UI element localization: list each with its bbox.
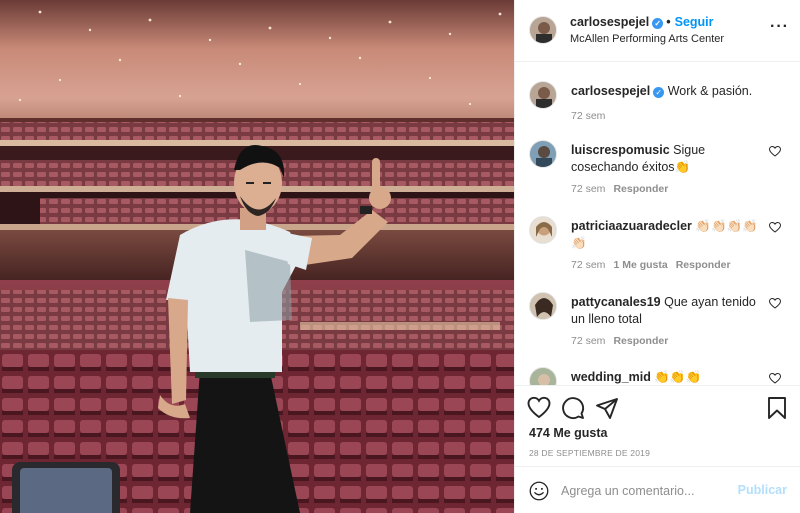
commenter-avatar[interactable] bbox=[529, 140, 557, 168]
comment-time[interactable]: 72 sem bbox=[571, 335, 605, 347]
comment-likes-count[interactable]: 1 Me gusta bbox=[613, 259, 667, 271]
caption-meta: 72 sem bbox=[571, 110, 605, 122]
post-photo[interactable] bbox=[0, 0, 514, 513]
more-options-icon[interactable]: ··· bbox=[770, 19, 789, 35]
post-actions: 474 Me gusta 28 DE SEPTIEMBRE DE 2019 Pu… bbox=[515, 385, 800, 513]
verified-badge-icon: ✓ bbox=[652, 18, 664, 29]
heart-icon[interactable] bbox=[527, 396, 551, 420]
caption-author-avatar[interactable] bbox=[529, 81, 557, 109]
author-line: carlosespejel ✓ • Seguir bbox=[570, 15, 714, 29]
reply-button[interactable]: Responder bbox=[676, 259, 731, 271]
comment-text: pattycanales19 Que ayan tenido un lleno … bbox=[571, 294, 761, 328]
post-details-panel: carlosespejel ✓ • Seguir McAllen Performing… bbox=[514, 0, 800, 513]
author-username[interactable]: carlosespejel bbox=[570, 15, 649, 29]
post-date[interactable]: 28 DE SEPTIEMBRE DE 2019 bbox=[529, 448, 650, 458]
comment-time[interactable]: 72 sem bbox=[571, 183, 605, 195]
author-avatar[interactable] bbox=[529, 16, 557, 44]
comments-list[interactable]: carlosespejel ✓ Work & pasión. 72 sem lui… bbox=[515, 63, 800, 385]
bookmark-icon[interactable] bbox=[765, 396, 789, 420]
comment-meta: 72 sem Responder bbox=[571, 183, 668, 195]
comment-username[interactable]: pattycanales19 bbox=[571, 295, 661, 309]
comment-time[interactable]: 72 sem bbox=[571, 259, 605, 271]
comment-like-heart-icon[interactable] bbox=[769, 373, 781, 384]
theater-photo-image bbox=[0, 0, 514, 513]
comment-input[interactable] bbox=[561, 479, 733, 503]
likes-count[interactable]: 474 Me gusta bbox=[529, 426, 608, 440]
comment-like-heart-icon[interactable] bbox=[769, 146, 781, 157]
emoji-icon[interactable] bbox=[529, 481, 549, 501]
commenter-avatar[interactable] bbox=[529, 216, 557, 244]
comment-body: 👏👏👏 bbox=[654, 370, 702, 384]
caption-text: carlosespejel ✓ Work & pasión. bbox=[571, 83, 761, 100]
post-header: carlosespejel ✓ • Seguir McAllen Performing… bbox=[515, 0, 800, 62]
share-icon[interactable] bbox=[595, 396, 619, 420]
comment-like-heart-icon[interactable] bbox=[769, 298, 781, 309]
comment-text: patriciaazuaradecler 👏🏻👏🏻👏🏻👏🏻👏🏻 bbox=[571, 218, 761, 252]
comment-text: luiscrespomusic Sigue cosechando éxitos👏 bbox=[571, 142, 761, 176]
verified-badge-icon: ✓ bbox=[653, 87, 665, 98]
caption-time[interactable]: 72 sem bbox=[571, 110, 605, 122]
comment-username[interactable]: wedding_mid bbox=[571, 370, 651, 384]
separator-dot: • bbox=[666, 15, 671, 29]
add-comment-bar: Publicar bbox=[515, 466, 800, 513]
comment-username[interactable]: patriciaazuaradecler bbox=[571, 219, 692, 233]
comment-icon[interactable] bbox=[561, 396, 585, 420]
commenter-avatar[interactable] bbox=[529, 367, 557, 385]
post-location[interactable]: McAllen Performing Arts Center bbox=[570, 33, 724, 45]
follow-button[interactable]: Seguir bbox=[675, 15, 714, 29]
comment-text: wedding_mid 👏👏👏 bbox=[571, 369, 761, 385]
commenter-avatar[interactable] bbox=[529, 292, 557, 320]
caption-body: Work & pasión. bbox=[667, 84, 753, 98]
reply-button[interactable]: Responder bbox=[613, 335, 668, 347]
publish-button[interactable]: Publicar bbox=[738, 483, 787, 497]
comment-username[interactable]: luiscrespomusic bbox=[571, 143, 670, 157]
caption-username[interactable]: carlosespejel bbox=[571, 84, 650, 98]
comment-like-heart-icon[interactable] bbox=[769, 222, 781, 233]
comment-meta: 72 sem 1 Me gusta Responder bbox=[571, 259, 731, 271]
reply-button[interactable]: Responder bbox=[613, 183, 668, 195]
comment-meta: 72 sem Responder bbox=[571, 335, 668, 347]
